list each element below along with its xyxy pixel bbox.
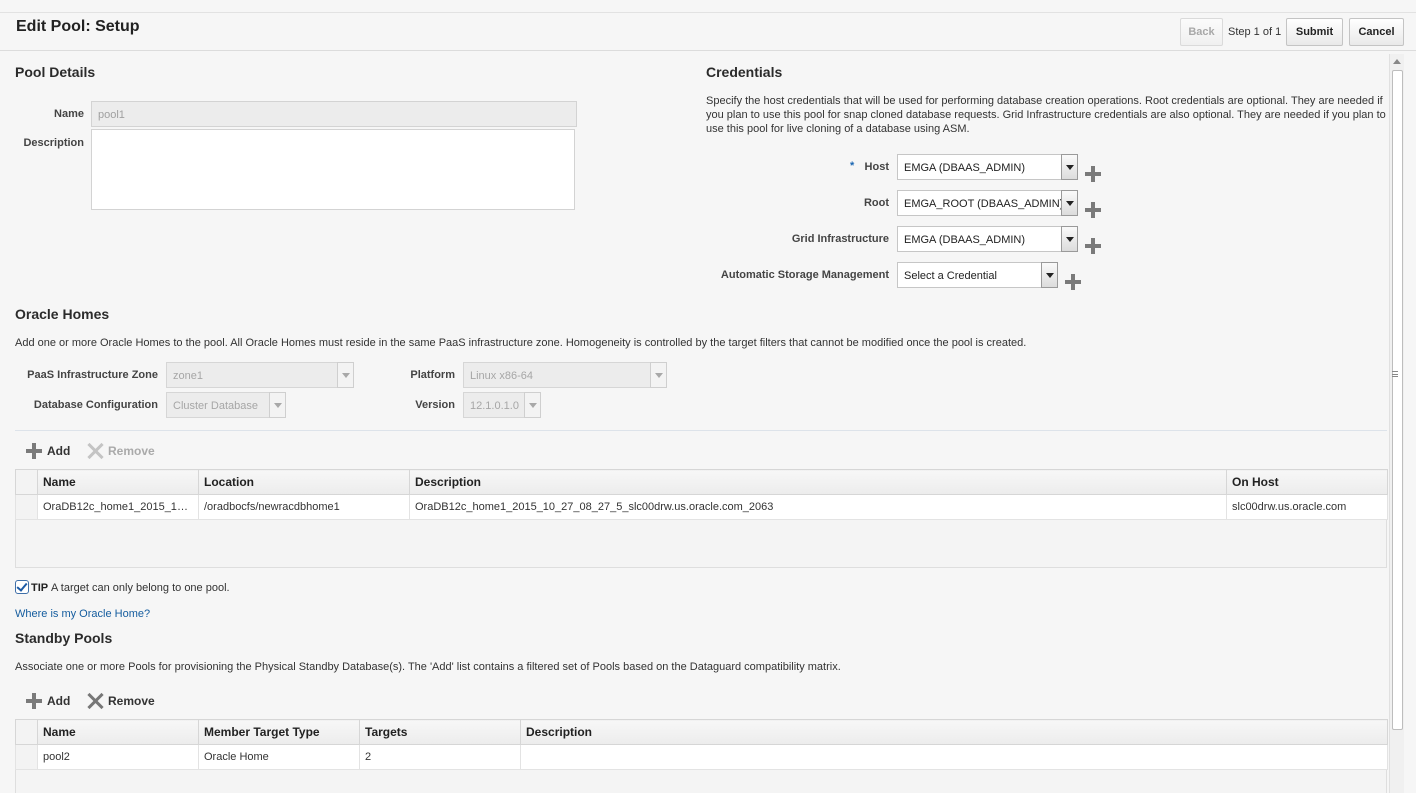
table-row[interactable]: pool2 Oracle Home 2 xyxy=(15,744,1388,770)
row-selector-header xyxy=(15,719,38,745)
add-standby-pool-button[interactable]: Add xyxy=(47,694,70,708)
standby-pools-table: Name Member Target Type Targets Descript… xyxy=(15,719,1388,770)
remove-oracle-home-button[interactable]: Remove xyxy=(108,444,155,458)
standby-pools-table-empty-area xyxy=(15,770,1387,793)
scrollbar-thumb[interactable] xyxy=(1392,70,1403,730)
add-grid-credential-icon[interactable] xyxy=(1085,238,1101,254)
root-credential-value: EMGA_ROOT (DBAAS_ADMIN) xyxy=(904,198,1064,210)
chevron-down-icon[interactable] xyxy=(650,362,667,388)
column-header-member-target-type[interactable]: Member Target Type xyxy=(198,719,360,745)
remove-standby-pool-icon[interactable] xyxy=(87,693,103,709)
standby-pools-intro: Associate one or more Pools for provisio… xyxy=(15,661,841,673)
column-header-description[interactable]: Description xyxy=(409,469,1227,495)
platform-select[interactable]: Linux x86-64 xyxy=(463,362,667,388)
add-host-credential-icon[interactable] xyxy=(1085,166,1101,182)
chevron-down-icon[interactable] xyxy=(1041,262,1058,288)
table-row[interactable]: OraDB12c_home1_2015_10_27_08_27_5_slc00d… xyxy=(15,494,1388,520)
version-select[interactable]: 12.1.0.1.0 xyxy=(463,392,541,418)
chevron-down-icon[interactable] xyxy=(524,392,541,418)
description-label: Description xyxy=(23,137,84,149)
cell-name: OraDB12c_home1_2015_10_27_08_27_5_slc00d… xyxy=(37,494,199,520)
credentials-heading: Credentials xyxy=(706,64,783,80)
table-header-row: Name Member Target Type Targets Descript… xyxy=(15,719,1388,745)
tip-label: TIP xyxy=(31,582,49,594)
host-label: Host xyxy=(864,161,889,173)
back-button[interactable]: Back xyxy=(1180,18,1223,46)
cell-description: OraDB12c_home1_2015_10_27_08_27_5_slc00d… xyxy=(409,494,1227,520)
name-label: Name xyxy=(54,108,84,120)
asm-label: Automatic Storage Management xyxy=(720,269,889,281)
cell-description xyxy=(520,744,1388,770)
grid-credential-value: EMGA (DBAAS_ADMIN) xyxy=(904,234,1026,246)
table-header-row: Name Location Description On Host xyxy=(15,469,1388,495)
platform-value: Linux x86-64 xyxy=(470,370,533,382)
row-selector[interactable] xyxy=(15,494,38,520)
column-header-targets[interactable]: Targets xyxy=(359,719,521,745)
host-credential-select[interactable]: EMGA (DBAAS_ADMIN) xyxy=(897,154,1078,180)
add-standby-pool-icon[interactable] xyxy=(26,693,42,709)
oracle-home-help-link[interactable]: Where is my Oracle Home? xyxy=(15,608,150,620)
top-divider xyxy=(0,12,1416,13)
version-label: Version xyxy=(415,399,455,411)
page-title: Edit Pool: Setup xyxy=(16,18,140,35)
oracle-homes-heading: Oracle Homes xyxy=(15,306,110,322)
chevron-down-icon[interactable] xyxy=(1061,226,1078,252)
platform-label: Platform xyxy=(410,369,455,381)
root-credential-select[interactable]: EMGA_ROOT (DBAAS_ADMIN) xyxy=(897,190,1078,216)
grid-infrastructure-label: Grid Infrastructure xyxy=(791,233,889,245)
version-value: 12.1.0.1.0 xyxy=(470,400,519,412)
grid-credential-select[interactable]: EMGA (DBAAS_ADMIN) xyxy=(897,226,1078,252)
host-credential-value: EMGA (DBAAS_ADMIN) xyxy=(904,162,1026,174)
oracle-homes-table-empty-area xyxy=(15,520,1387,568)
add-asm-credential-icon[interactable] xyxy=(1065,274,1081,290)
cell-location: /oradbocfs/newracdbhome1 xyxy=(198,494,410,520)
add-root-credential-icon[interactable] xyxy=(1085,202,1101,218)
tip-check-icon xyxy=(15,580,29,594)
chevron-down-icon[interactable] xyxy=(1061,154,1078,180)
oracle-homes-intro: Add one or more Oracle Homes to the pool… xyxy=(15,337,1027,349)
vertical-scrollbar[interactable] xyxy=(1389,54,1404,793)
oracle-homes-divider xyxy=(15,430,1387,431)
oracle-homes-table: Name Location Description On Host OraDB1… xyxy=(15,469,1388,520)
scroll-up-icon[interactable] xyxy=(1393,59,1401,64)
scrollbar-grip-icon xyxy=(1392,371,1398,377)
zone-select[interactable]: zone1 xyxy=(166,362,354,388)
chevron-down-icon[interactable] xyxy=(1061,190,1078,216)
remove-oracle-home-icon[interactable] xyxy=(87,443,103,459)
step-indicator: Step 1 of 1 xyxy=(1228,26,1282,38)
pool-details-heading: Pool Details xyxy=(15,64,96,80)
cell-on-host: slc00drw.us.oracle.com xyxy=(1226,494,1388,520)
tip-text: A target can only belong to one pool. xyxy=(51,582,230,594)
submit-button[interactable]: Submit xyxy=(1286,18,1343,46)
asm-credential-select[interactable]: Select a Credential xyxy=(897,262,1058,288)
remove-standby-pool-button[interactable]: Remove xyxy=(108,694,155,708)
database-configuration-label: Database Configuration xyxy=(33,399,158,411)
column-header-name[interactable]: Name xyxy=(37,719,199,745)
asm-credential-value: Select a Credential xyxy=(904,270,997,282)
database-configuration-select[interactable]: Cluster Database xyxy=(166,392,286,418)
name-input[interactable]: pool1 xyxy=(91,101,577,127)
root-label: Root xyxy=(863,197,889,209)
column-header-name[interactable]: Name xyxy=(37,469,199,495)
zone-label: PaaS Infrastructure Zone xyxy=(27,369,158,381)
zone-value: zone1 xyxy=(173,370,203,382)
chevron-down-icon[interactable] xyxy=(337,362,354,388)
standby-pools-heading: Standby Pools xyxy=(15,630,113,646)
chevron-down-icon[interactable] xyxy=(269,392,286,418)
column-header-on-host[interactable]: On Host xyxy=(1226,469,1388,495)
database-configuration-value: Cluster Database xyxy=(173,400,258,412)
cell-name: pool2 xyxy=(37,744,199,770)
row-selector-header xyxy=(15,469,38,495)
row-selector[interactable] xyxy=(15,744,38,770)
add-oracle-home-button[interactable]: Add xyxy=(47,444,70,458)
add-oracle-home-icon[interactable] xyxy=(26,443,42,459)
description-textarea[interactable] xyxy=(91,129,575,210)
header-divider xyxy=(0,50,1416,51)
cell-targets: 2 xyxy=(359,744,521,770)
cancel-button[interactable]: Cancel xyxy=(1349,18,1404,46)
cell-member-target-type: Oracle Home xyxy=(198,744,360,770)
column-header-description[interactable]: Description xyxy=(520,719,1388,745)
credentials-intro: Specify the host credentials that will b… xyxy=(706,95,1386,135)
column-header-location[interactable]: Location xyxy=(198,469,410,495)
